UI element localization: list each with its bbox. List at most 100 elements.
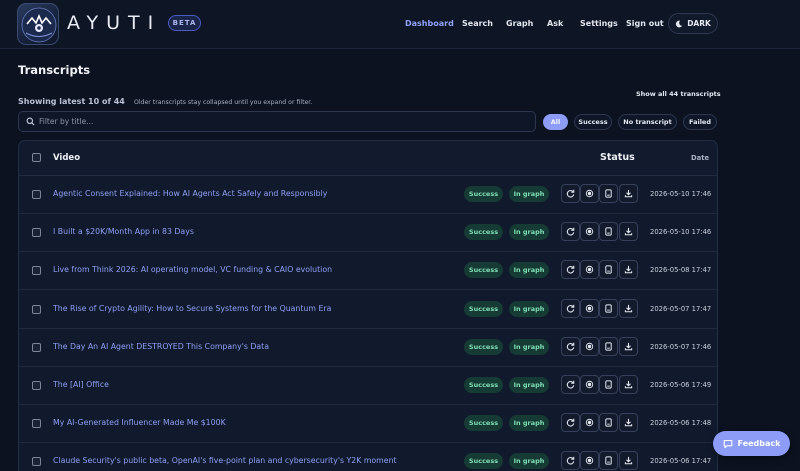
status-badge-success: Success [464,453,503,470]
refresh-button[interactable] [561,222,580,242]
feedback-label: Feedback [737,439,781,448]
graph-node-button[interactable] [580,413,599,433]
document-button[interactable] [599,260,618,280]
graph-node-button[interactable] [580,375,599,394]
video-title-link[interactable]: The Rise of Crypto Agility: How to Secur… [53,304,331,313]
document-button[interactable] [599,298,618,318]
graph-node-icon [585,266,594,274]
row-date: 2026-05-06 17:48 [650,419,712,428]
chip-success[interactable]: Success [574,114,612,130]
status-badge-success: Success [464,262,503,279]
in-graph-badge: In graph [509,186,549,202]
chip-failed[interactable]: Failed [683,114,717,130]
showing-summary: Showing latest 10 of 44 Older transcript… [18,89,312,108]
refresh-button[interactable] [561,298,580,318]
download-button[interactable] [619,451,638,471]
video-title-link[interactable]: My AI-Generated Influencer Made Me $100K [53,418,226,427]
feedback-button[interactable]: Feedback [713,431,790,456]
select-all-checkbox[interactable] [32,153,41,162]
table-row[interactable]: Claude Security's public beta, OpenAI's … [19,443,717,471]
nav-ask[interactable]: Ask [547,19,563,28]
row-checkbox[interactable] [32,228,41,238]
row-checkbox[interactable] [32,342,41,352]
nav-dashboard[interactable]: Dashboard [405,19,454,28]
row-date: 2026-05-10 17:46 [650,228,712,237]
in-graph-badge: In graph [509,300,549,317]
document-button[interactable] [599,336,618,356]
row-checkbox[interactable] [32,419,41,429]
nav-signout[interactable]: Sign out [626,19,664,28]
document-button[interactable] [599,413,618,433]
row-checkbox[interactable] [32,304,41,314]
table-row[interactable]: The Rise of Crypto Agility: How to Secur… [19,291,717,329]
refresh-icon [566,304,575,313]
theme-toggle-label: DARK [687,19,711,28]
top-header: AYUTI BETA Dashboard Search Graph Ask Se… [0,0,800,49]
nav-settings[interactable]: Settings [580,19,618,28]
download-button[interactable] [619,413,638,433]
nav-graph[interactable]: Graph [506,19,533,28]
show-all-link[interactable]: Show all 44 transcripts [636,90,721,98]
ayuti-logo[interactable] [17,3,59,45]
row-checkbox[interactable] [32,190,41,199]
video-title-link[interactable]: I Built a $20K/Month App in 83 Days [53,227,194,236]
refresh-button[interactable] [561,375,580,394]
in-graph-badge: In graph [509,262,549,279]
graph-node-button[interactable] [580,451,599,471]
filter-box[interactable] [18,111,536,132]
refresh-button[interactable] [561,413,580,433]
video-title-link[interactable]: Claude Security's public beta, OpenAI's … [53,456,397,465]
refresh-button[interactable] [561,336,580,356]
video-title-link[interactable]: Agentic Consent Explained: How AI Agents… [53,189,327,198]
graph-node-button[interactable] [580,298,599,318]
graph-node-button[interactable] [580,184,599,203]
brand-name: AYUTI [67,12,162,34]
row-checkbox[interactable] [32,381,41,390]
download-icon [624,380,633,389]
refresh-button[interactable] [561,451,580,471]
table-row[interactable]: Agentic Consent Explained: How AI Agents… [19,176,717,214]
download-button[interactable] [619,184,638,203]
table-row[interactable]: The [AI] Office Success In graph 2026-05-06… [19,367,717,405]
download-icon [624,342,633,351]
download-button[interactable] [619,375,638,394]
theme-toggle[interactable]: DARK [668,13,718,34]
graph-node-button[interactable] [580,222,599,242]
graph-node-button[interactable] [580,260,599,280]
refresh-button[interactable] [561,184,580,203]
document-button[interactable] [599,222,618,242]
in-graph-badge: In graph [509,377,549,393]
moon-icon [676,20,683,27]
chip-no-transcript[interactable]: No transcript [618,114,677,130]
download-icon [624,457,633,465]
video-title-link[interactable]: The [AI] Office [53,380,109,389]
table-row[interactable]: The Day An AI Agent DESTROYED This Compa… [19,329,717,367]
refresh-button[interactable] [561,260,580,280]
document-button[interactable] [599,375,618,394]
download-button[interactable] [619,260,638,280]
download-button[interactable] [619,222,638,242]
row-checkbox[interactable] [32,266,41,276]
nav-search[interactable]: Search [462,19,493,28]
refresh-icon [566,266,575,274]
row-date: 2026-05-07 17:47 [650,304,712,313]
logo-graphic [21,7,57,43]
graph-node-button[interactable] [580,336,599,356]
document-icon [605,189,612,198]
graph-node-icon [585,457,594,465]
video-title-link[interactable]: Live from Think 2026: AI operating model… [53,265,332,274]
graph-node-icon [585,418,594,427]
download-icon [624,189,633,198]
chip-all[interactable]: All [543,114,568,130]
table-row[interactable]: Live from Think 2026: AI operating model… [19,252,717,291]
page-title: Transcripts [18,63,91,77]
video-title-link[interactable]: The Day An AI Agent DESTROYED This Compa… [53,342,269,351]
download-button[interactable] [619,298,638,318]
row-checkbox[interactable] [32,457,41,467]
table-row[interactable]: I Built a $20K/Month App in 83 Days Succe… [19,214,717,253]
table-row[interactable]: My AI-Generated Influencer Made Me $100K… [19,405,717,444]
filter-input[interactable] [39,117,519,126]
document-button[interactable] [599,184,618,203]
document-button[interactable] [599,451,618,471]
download-button[interactable] [619,336,638,356]
